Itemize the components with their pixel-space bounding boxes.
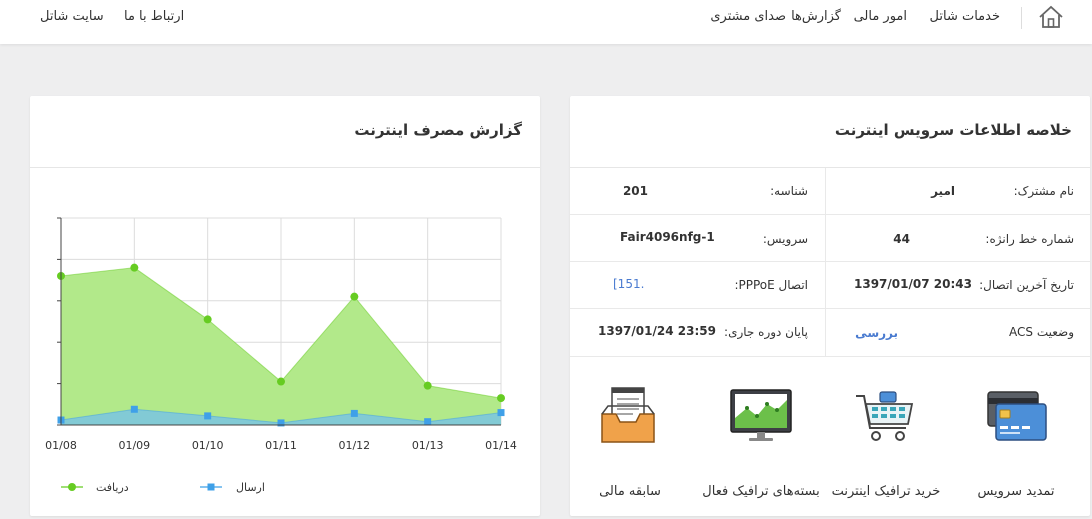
active-traffic-packs-tile[interactable]: بسته‌های ترافیک فعال <box>696 386 826 506</box>
last-connection-label: تاریخ آخرین اتصال: <box>979 278 1074 292</box>
row-divider <box>570 308 1090 309</box>
pppoe-connection-value[interactable]: [151. <box>613 277 644 291</box>
x-tick-label: 01/10 <box>192 439 224 452</box>
inbox-tray-icon <box>601 387 655 443</box>
acs-check-link[interactable]: بررسی <box>855 326 898 340</box>
row-divider <box>570 261 1090 262</box>
monitor-chart-icon <box>730 389 792 441</box>
financial-history-label: سابقه مالی <box>599 484 661 499</box>
nav-shatel-site[interactable]: سایت شاتل <box>40 9 104 24</box>
line-number-value: 44 <box>893 232 910 246</box>
top-navbar: خدمات شاتل امور مالی گزارش‌ها صدای مشتری… <box>0 0 1092 44</box>
account-id-label: شناسه: <box>770 184 808 198</box>
row-divider <box>570 356 1090 357</box>
line-number-label: شماره خط رانژه: <box>985 232 1074 246</box>
x-tick-label: 01/13 <box>412 439 444 452</box>
x-tick-label: 01/08 <box>45 439 77 452</box>
usage-chart: 01/08 01/09 01/10 01/11 01/12 01/13 01/14 دریاف… <box>45 217 517 494</box>
x-tick-label: 01/12 <box>338 439 370 452</box>
row-divider <box>570 214 1090 215</box>
data-point-sent <box>350 409 358 417</box>
buy-traffic-tile[interactable]: خرید ترافیک اینترنت <box>821 386 951 506</box>
last-connection-value: 1397/01/07 20:43 <box>854 277 972 291</box>
data-point-sent <box>130 405 138 413</box>
renew-service-label: تمدید سرویس <box>977 484 1055 499</box>
nav-customer-voice[interactable]: صدای مشتری <box>710 9 786 24</box>
service-summary-card: خلاصه اطلاعات سرویس اینترنت نام مشترک: ا… <box>570 96 1090 516</box>
data-point-received <box>203 315 212 324</box>
legend-label: دریافت <box>96 481 129 494</box>
x-tick-label: 01/11 <box>265 439 297 452</box>
renew-service-tile[interactable]: تمدید سرویس <box>951 386 1081 506</box>
data-point-received <box>130 263 139 272</box>
subscriber-name-value: امیر <box>931 184 955 198</box>
home-icon[interactable] <box>1038 5 1064 33</box>
column-divider <box>825 168 826 356</box>
financial-history-tile[interactable]: سابقه مالی <box>565 386 695 506</box>
acs-status-label: وضعیت ACS <box>1009 325 1074 339</box>
data-point-sent <box>204 412 212 420</box>
nav-shatel-services[interactable]: خدمات شاتل <box>930 9 1000 24</box>
x-tick-label: 01/14 <box>485 439 517 452</box>
nav-divider <box>1021 7 1022 29</box>
data-point-received <box>350 292 359 301</box>
active-traffic-packs-label: بسته‌های ترافیک فعال <box>702 484 820 499</box>
data-point-received <box>277 377 285 386</box>
internet-usage-card: گزارش مصرف اینترنت 01/08 01/09 01/10 01/11 0… <box>30 96 540 516</box>
credit-card-icon <box>987 391 1047 441</box>
nav-reports[interactable]: گزارش‌ها <box>791 9 841 24</box>
current-period-end-label: پایان دوره جاری: <box>724 325 808 339</box>
pppoe-connection-label: اتصال PPPoE: <box>734 278 808 292</box>
legend-label: ارسال <box>236 481 265 494</box>
data-point-sent <box>497 409 505 417</box>
legend-marker-received <box>68 483 76 491</box>
data-point-received <box>423 381 432 390</box>
x-tick-label: 01/09 <box>118 439 150 452</box>
shopping-cart-icon <box>856 391 914 441</box>
current-period-end-value: 1397/01/24 23:59 <box>598 324 716 338</box>
subscriber-name-label: نام مشترک: <box>1013 184 1074 198</box>
service-label: سرویس: <box>762 232 808 246</box>
summary-card-title: خلاصه اطلاعات سرویس اینترنت <box>834 121 1072 139</box>
buy-traffic-label: خرید ترافیک اینترنت <box>831 484 941 499</box>
card-header-divider <box>570 167 1090 168</box>
data-point-sent <box>424 418 432 426</box>
account-id-value: 201 <box>622 184 648 198</box>
data-point-received <box>497 394 505 403</box>
nav-contact-us[interactable]: ارتباط با ما <box>124 9 184 24</box>
service-value: Fair4096nfg-1 <box>620 230 715 244</box>
legend-marker-sent <box>207 483 215 491</box>
nav-financial[interactable]: امور مالی <box>854 9 907 24</box>
